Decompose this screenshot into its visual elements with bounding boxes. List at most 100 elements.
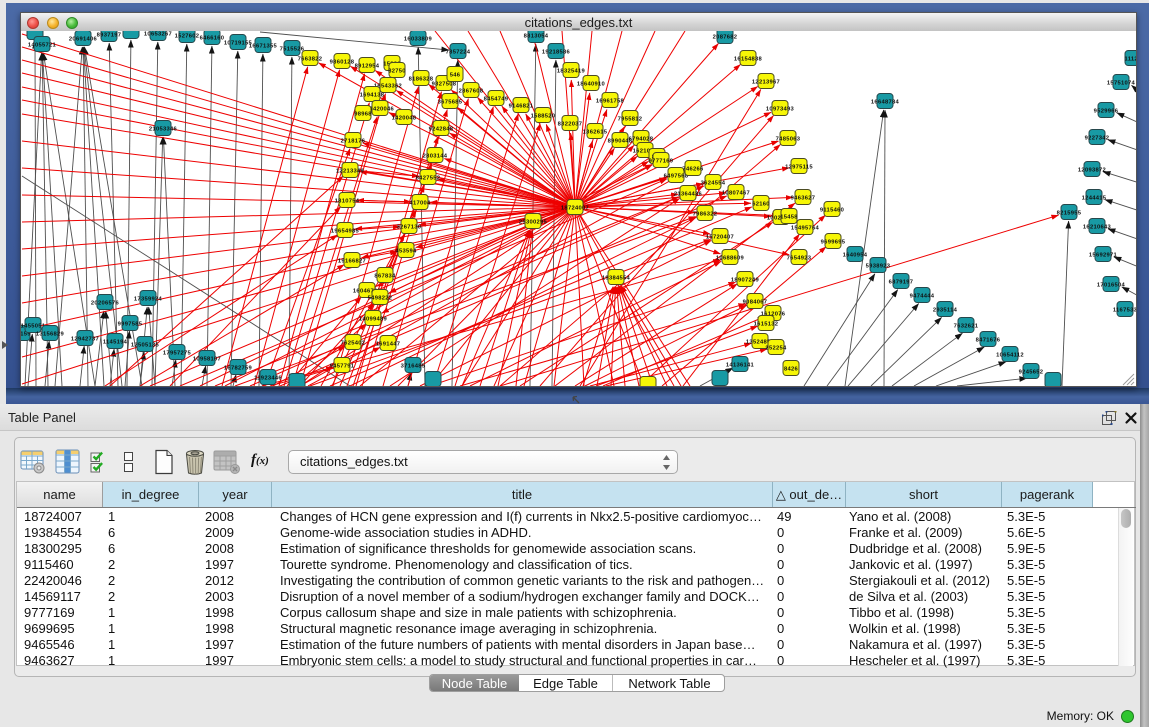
svg-text:8322037: 8322037 <box>558 121 583 127</box>
svg-text:17957275: 17957275 <box>163 350 192 356</box>
svg-text:8937197: 8937197 <box>97 32 122 38</box>
svg-text:9457791: 9457791 <box>330 363 355 369</box>
svg-text:16033809: 16033809 <box>404 36 433 42</box>
svg-text:9242848: 9242848 <box>429 126 454 132</box>
svg-text:21053346: 21053346 <box>149 126 178 132</box>
svg-text:15458: 15458 <box>780 214 798 220</box>
svg-text:14136141: 14136141 <box>726 362 755 368</box>
svg-text:14055721: 14055721 <box>28 42 57 48</box>
svg-text:2867608: 2867608 <box>459 88 484 94</box>
svg-text:7515526: 7515526 <box>280 46 305 52</box>
svg-text:18325419: 18325419 <box>557 68 586 74</box>
svg-text:8186328: 8186328 <box>409 76 434 82</box>
svg-text:7986322: 7986322 <box>693 211 718 217</box>
svg-text:12093872: 12093872 <box>1078 167 1106 173</box>
svg-text:17359924: 17359924 <box>134 296 163 302</box>
svg-text:1244415: 1244415 <box>1082 195 1107 201</box>
svg-text:1615132: 1615132 <box>754 321 779 327</box>
svg-text:16671355: 16671355 <box>249 43 278 49</box>
svg-text:1167533: 1167533 <box>1113 307 1136 313</box>
svg-text:19654985: 19654985 <box>331 228 360 234</box>
svg-text:16648784: 16648784 <box>871 99 900 105</box>
svg-text:2087682: 2087682 <box>713 34 738 40</box>
svg-text:10807467: 10807467 <box>722 190 750 196</box>
svg-text:7485063: 7485063 <box>776 136 801 142</box>
svg-text:7654923: 7654923 <box>787 255 812 261</box>
svg-text:9227342: 9227342 <box>1085 135 1110 141</box>
svg-text:9463627: 9463627 <box>791 195 816 201</box>
svg-text:746266: 746266 <box>682 166 704 172</box>
svg-text:98968: 98968 <box>354 111 372 117</box>
svg-text:8912954: 8912954 <box>355 63 380 69</box>
svg-text:2935114: 2935114 <box>933 307 958 313</box>
svg-text:9474444: 9474444 <box>910 293 935 299</box>
svg-text:2803144: 2803144 <box>423 153 448 159</box>
svg-text:9245652: 9245652 <box>1019 369 1044 375</box>
svg-text:3267130: 3267130 <box>397 224 422 230</box>
svg-text:9860128: 9860128 <box>330 59 355 65</box>
svg-text:3624554: 3624554 <box>701 180 726 186</box>
svg-text:9529966: 9529966 <box>1094 108 1119 114</box>
svg-text:18907249: 18907249 <box>731 277 760 283</box>
svg-text:1694138: 1694138 <box>360 92 385 98</box>
svg-text:8813054: 8813054 <box>524 33 549 39</box>
svg-text:5498222: 5498222 <box>368 295 393 301</box>
svg-text:3716485: 3716485 <box>401 363 426 369</box>
svg-text:8471676: 8471676 <box>976 337 1001 343</box>
svg-text:417004: 417004 <box>409 200 431 206</box>
svg-text:16782759: 16782759 <box>224 365 253 371</box>
svg-text:2718176: 2718176 <box>341 138 366 144</box>
svg-text:9146821: 9146821 <box>509 103 534 109</box>
svg-text:15495764: 15495764 <box>791 225 820 231</box>
svg-text:1420048: 1420048 <box>392 115 417 121</box>
svg-text:13156829: 13156829 <box>36 331 65 337</box>
svg-text:12975115: 12975115 <box>785 164 813 170</box>
svg-text:7625402: 7625402 <box>341 340 366 346</box>
svg-text:8215955: 8215955 <box>1057 210 1082 216</box>
svg-text:8427552: 8427552 <box>416 175 441 181</box>
svg-text:1527602: 1527602 <box>175 33 200 39</box>
svg-text:20691406: 20691406 <box>69 36 98 42</box>
svg-text:9997585: 9997585 <box>118 321 143 327</box>
svg-text:1640954: 1640954 <box>843 252 868 258</box>
svg-text:546: 546 <box>450 72 461 78</box>
svg-text:15692971: 15692971 <box>1089 252 1118 258</box>
svg-text:12505135: 12505135 <box>131 342 160 348</box>
svg-text:18724007: 18724007 <box>561 205 589 211</box>
svg-text:3675685: 3675685 <box>438 99 463 105</box>
svg-text:10653267: 10653267 <box>144 31 172 37</box>
svg-text:1691447: 1691447 <box>376 341 401 347</box>
svg-text:1588520: 1588520 <box>531 113 556 119</box>
svg-text:9699695: 9699695 <box>821 239 846 245</box>
svg-text:453594: 453594 <box>395 248 417 254</box>
svg-text:11923446: 11923446 <box>254 375 282 381</box>
svg-text:8426: 8426 <box>784 366 799 372</box>
svg-text:19166827: 19166827 <box>338 258 366 264</box>
svg-text:6794028: 6794028 <box>629 136 654 142</box>
svg-text:12213967: 12213967 <box>752 79 780 85</box>
svg-text:62160: 62160 <box>752 201 770 207</box>
svg-text:9115460: 9115460 <box>820 207 844 213</box>
svg-text:1362615: 1362615 <box>583 129 608 135</box>
svg-text:10654112: 10654112 <box>996 352 1024 358</box>
svg-text:11124: 11124 <box>1125 56 1136 62</box>
svg-text:16154838: 16154838 <box>734 56 763 62</box>
svg-text:1810754: 1810754 <box>335 198 360 204</box>
svg-text:10688609: 10688609 <box>716 255 745 261</box>
svg-text:16210643: 16210643 <box>1083 224 1112 230</box>
svg-text:6466160: 6466160 <box>200 35 225 41</box>
svg-text:16961758: 16961758 <box>596 98 625 104</box>
svg-text:6879197: 6879197 <box>889 279 914 285</box>
svg-text:9327508: 9327508 <box>432 81 457 87</box>
svg-text:15720407: 15720407 <box>706 234 734 240</box>
svg-text:10958107: 10958107 <box>193 356 221 362</box>
svg-text:9084067: 9084067 <box>743 299 768 305</box>
svg-text:17016504: 17016504 <box>1097 282 1126 288</box>
svg-text:82750: 82750 <box>388 68 406 74</box>
svg-text:21364436: 21364436 <box>674 191 703 197</box>
svg-text:7955812: 7955812 <box>618 116 643 122</box>
svg-text:20206576: 20206576 <box>91 300 120 306</box>
svg-text:19218586: 19218586 <box>542 49 571 55</box>
svg-text:7857224: 7857224 <box>446 49 471 55</box>
svg-text:8454749: 8454749 <box>484 96 509 102</box>
